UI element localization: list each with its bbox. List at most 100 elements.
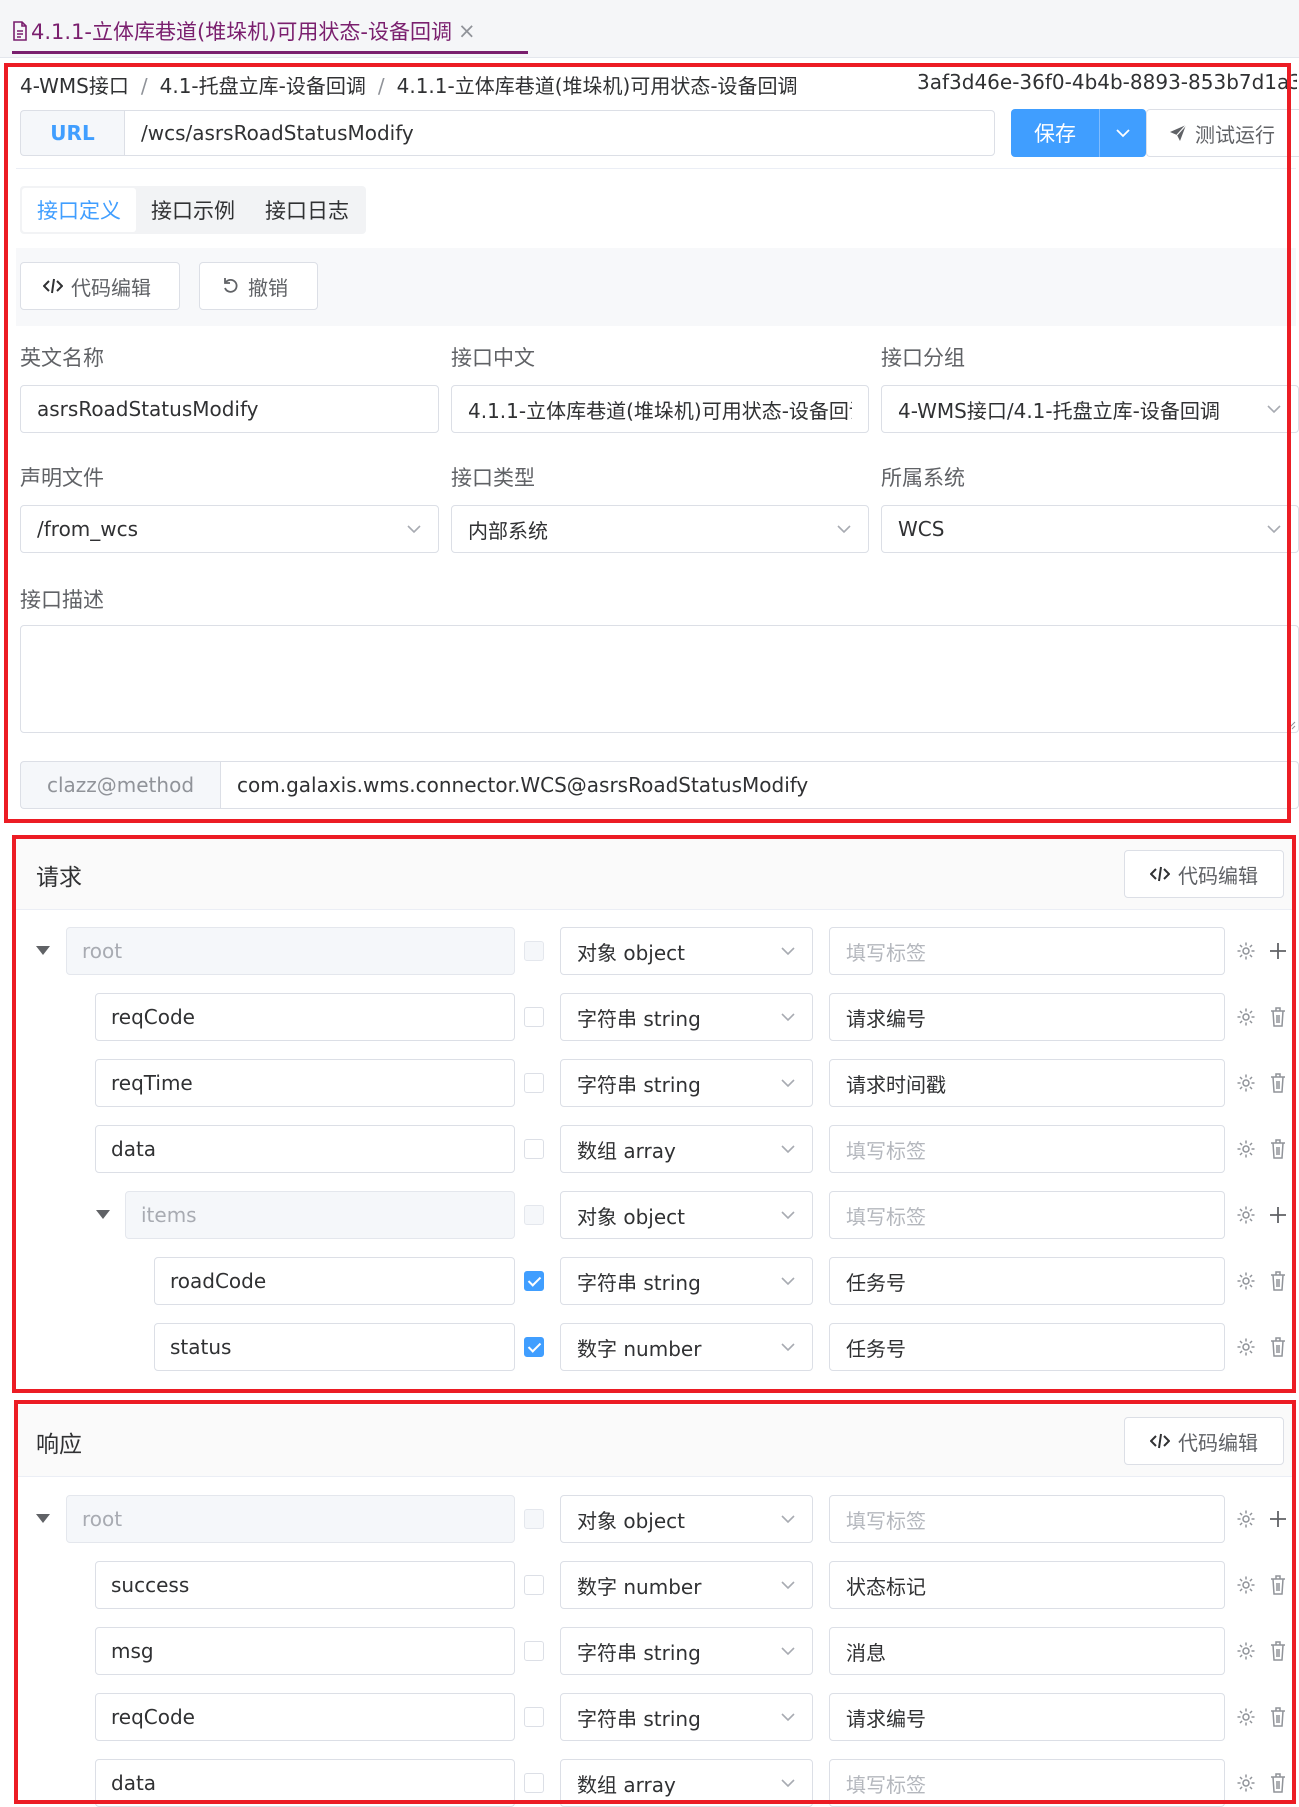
field-type-select[interactable]: 数组 array <box>560 1759 813 1807</box>
field-type-select[interactable]: 对象 object <box>560 927 813 975</box>
field-type-select[interactable]: 对象 object <box>560 1495 813 1543</box>
tab-example[interactable]: 接口示例 <box>136 188 250 232</box>
delete-icon[interactable] <box>1268 1270 1288 1292</box>
decl-file-select[interactable]: /from_wcs <box>20 505 439 553</box>
field-key-input[interactable]: status <box>154 1323 515 1371</box>
field-label-input[interactable]: 任务号 <box>829 1323 1225 1371</box>
field-label-input[interactable]: 请求编号 <box>829 1693 1225 1741</box>
required-checkbox[interactable] <box>524 1337 544 1357</box>
iface-type-select[interactable]: 内部系统 <box>451 505 869 553</box>
field-key-input[interactable]: success <box>95 1561 515 1609</box>
name-cn-input[interactable]: 4.1.1-立体库巷道(堆垛机)可用状态-设备回调 <box>451 385 869 433</box>
tab-definition[interactable]: 接口定义 <box>22 188 136 232</box>
field-key-input[interactable]: reqCode <box>95 1693 515 1741</box>
required-checkbox[interactable] <box>524 1707 544 1727</box>
field-label-input[interactable]: 填写标签 <box>829 1191 1225 1239</box>
required-checkbox[interactable] <box>524 1773 544 1793</box>
field-label-input[interactable]: 请求编号 <box>829 993 1225 1041</box>
group-select[interactable]: 4-WMS接口/4.1-托盘立库-设备回调 <box>881 385 1299 433</box>
save-dropdown-button[interactable] <box>1099 109 1146 157</box>
field-label-input[interactable]: 任务号 <box>829 1257 1225 1305</box>
add-child-icon[interactable] <box>1268 1508 1288 1530</box>
settings-icon[interactable] <box>1236 941 1256 961</box>
field-label-input[interactable]: 填写标签 <box>829 1495 1225 1543</box>
field-key-input[interactable]: roadCode <box>154 1257 515 1305</box>
description-textarea[interactable] <box>20 625 1299 733</box>
test-run-button[interactable]: 测试运行 <box>1146 109 1299 157</box>
add-child-icon[interactable] <box>1268 940 1288 962</box>
required-checkbox[interactable] <box>524 1575 544 1595</box>
caret-down-icon[interactable] <box>96 1210 110 1219</box>
field-label-input[interactable]: 请求时间戳 <box>829 1059 1225 1107</box>
tab-interface[interactable]: 4.1.1-立体库巷道(堆垛机)可用状态-设备回调 × <box>12 10 528 54</box>
required-checkbox[interactable] <box>524 1007 544 1027</box>
field-label-input[interactable]: 填写标签 <box>829 1759 1225 1807</box>
field-type-select[interactable]: 字符串 string <box>560 993 813 1041</box>
tab-log[interactable]: 接口日志 <box>250 188 364 232</box>
settings-icon[interactable] <box>1236 1271 1256 1291</box>
system-select[interactable]: WCS <box>881 505 1299 553</box>
delete-icon[interactable] <box>1268 1006 1288 1028</box>
delete-icon[interactable] <box>1268 1772 1288 1794</box>
field-type-select[interactable]: 对象 object <box>560 1191 813 1239</box>
field-type-select[interactable]: 字符串 string <box>560 1693 813 1741</box>
chevron-down-icon <box>781 1779 795 1788</box>
add-child-icon[interactable] <box>1268 1204 1288 1226</box>
code-edit-button[interactable]: 代码编辑 <box>20 262 180 310</box>
caret-down-icon[interactable] <box>36 946 50 955</box>
field-key-input[interactable]: msg <box>95 1627 515 1675</box>
required-checkbox[interactable] <box>524 1139 544 1159</box>
required-checkbox[interactable] <box>524 1073 544 1093</box>
field-key-input[interactable]: reqTime <box>95 1059 515 1107</box>
settings-icon[interactable] <box>1236 1641 1256 1661</box>
delete-icon[interactable] <box>1268 1336 1288 1358</box>
save-button[interactable]: 保存 <box>1011 109 1099 157</box>
field-type-select[interactable]: 数字 number <box>560 1323 813 1371</box>
url-input[interactable] <box>124 110 995 156</box>
settings-icon[interactable] <box>1236 1073 1256 1093</box>
field-label-input[interactable]: 填写标签 <box>829 927 1225 975</box>
field-type-select[interactable]: 字符串 string <box>560 1059 813 1107</box>
name-cn-label: 接口中文 <box>451 346 535 370</box>
request-code-edit-button[interactable]: 代码编辑 <box>1124 850 1284 898</box>
field-key-input[interactable]: reqCode <box>95 993 515 1041</box>
field-type-value: 字符串 string <box>577 1640 701 1665</box>
settings-icon[interactable] <box>1236 1337 1256 1357</box>
field-label-input[interactable]: 消息 <box>829 1627 1225 1675</box>
caret-down-icon[interactable] <box>36 1514 50 1523</box>
response-code-edit-button[interactable]: 代码编辑 <box>1124 1417 1284 1465</box>
settings-icon[interactable] <box>1236 1139 1256 1159</box>
settings-icon[interactable] <box>1236 1205 1256 1225</box>
delete-icon[interactable] <box>1268 1072 1288 1094</box>
field-type-select[interactable]: 字符串 string <box>560 1257 813 1305</box>
field-type-select[interactable]: 数字 number <box>560 1561 813 1609</box>
field-type-select[interactable]: 数组 array <box>560 1125 813 1173</box>
field-type-value: 字符串 string <box>577 1270 701 1295</box>
settings-icon[interactable] <box>1236 1007 1256 1027</box>
settings-icon[interactable] <box>1236 1773 1256 1793</box>
field-type-value: 字符串 string <box>577 1006 701 1031</box>
field-label-input[interactable]: 状态标记 <box>829 1561 1225 1609</box>
delete-icon[interactable] <box>1268 1574 1288 1596</box>
field-key-value: roadCode <box>170 1269 267 1293</box>
breadcrumb-item-1[interactable]: 4-WMS接口 <box>20 74 129 98</box>
delete-icon[interactable] <box>1268 1138 1288 1160</box>
field-label-input[interactable]: 填写标签 <box>829 1125 1225 1173</box>
field-key-input[interactable]: data <box>95 1125 515 1173</box>
close-icon[interactable]: × <box>458 19 476 43</box>
required-checkbox <box>524 1205 544 1225</box>
settings-icon[interactable] <box>1236 1575 1256 1595</box>
undo-button[interactable]: 撤销 <box>199 262 318 310</box>
delete-icon[interactable] <box>1268 1706 1288 1728</box>
name-en-input[interactable]: asrsRoadStatusModify <box>20 385 439 433</box>
field-type-select[interactable]: 字符串 string <box>560 1627 813 1675</box>
field-key-input[interactable]: data <box>95 1759 515 1807</box>
breadcrumb-item-2[interactable]: 4.1-托盘立库-设备回调 <box>160 74 366 98</box>
resize-handle-icon[interactable] <box>1286 720 1296 730</box>
required-checkbox[interactable] <box>524 1271 544 1291</box>
settings-icon[interactable] <box>1236 1509 1256 1529</box>
required-checkbox[interactable] <box>524 1641 544 1661</box>
clazz-method-input[interactable]: com.galaxis.wms.connector.WCS@asrsRoadSt… <box>220 761 1299 809</box>
delete-icon[interactable] <box>1268 1640 1288 1662</box>
settings-icon[interactable] <box>1236 1707 1256 1727</box>
